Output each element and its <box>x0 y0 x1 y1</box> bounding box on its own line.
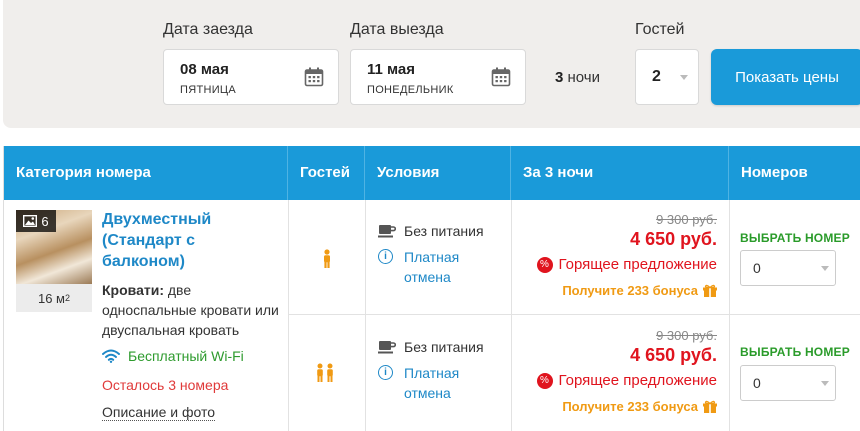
hot-deal-label: Горящее предложение <box>558 372 718 389</box>
header-guests: Гостей <box>288 146 365 200</box>
bonus-label: Получите 233 бонуса <box>562 283 698 298</box>
cup-icon <box>378 225 396 238</box>
meal-label: Без питания <box>404 339 484 355</box>
chevron-down-icon <box>821 266 829 271</box>
gift-icon <box>703 284 717 297</box>
divider <box>288 314 860 315</box>
offer-2-conditions: Без питания i Платная отмена <box>378 339 503 419</box>
bonus-info[interactable]: Получите 233 бонуса <box>562 283 717 298</box>
old-price: 9 300 руб. <box>656 212 717 227</box>
rooms-count-select[interactable]: 0 <box>740 250 836 286</box>
rooms-remaining: Осталось 3 номера <box>102 377 229 393</box>
header-price: За 3 ночи <box>511 146 729 200</box>
header-rooms: Номеров <box>741 164 808 181</box>
guests-value: 2 <box>652 68 661 85</box>
guests-select[interactable]: 2 <box>635 49 699 105</box>
info-icon: i <box>378 365 393 380</box>
divider <box>288 200 289 431</box>
hot-deal: % Горящее предложение <box>536 256 718 273</box>
divider <box>511 200 512 431</box>
room-name-link[interactable]: Двухместный (Стандарт с балконом) <box>102 209 282 272</box>
current-price: 4 650 руб. <box>630 345 717 365</box>
area-value: 16 м <box>37 290 65 306</box>
percent-icon: % <box>536 256 553 273</box>
beds-label: Кровати: <box>102 282 164 298</box>
header-room-category: Категория номера <box>4 146 288 200</box>
hot-deal-label: Горящее предложение <box>558 256 718 273</box>
offer-2-price: 9 300 руб. 4 650 руб. % Горящее предложе… <box>517 328 717 423</box>
hot-deal: % Горящее предложение <box>536 372 718 389</box>
checkin-date-field[interactable]: 08 мая ПЯТНИЦА <box>163 49 339 105</box>
checkin-date: 08 мая <box>180 61 229 78</box>
checkout-weekday: ПОНЕДЕЛЬНИК <box>367 84 454 96</box>
nights-summary: 3 ночи <box>555 69 600 86</box>
meal-info: Без питания <box>378 223 484 239</box>
info-icon: i <box>378 249 393 264</box>
checkout-label: Дата выезда <box>350 21 444 38</box>
checkin-label: Дата заезда <box>163 21 253 38</box>
search-panel: Дата заезда 08 мая ПЯТНИЦА Дата выезда 1… <box>3 0 860 128</box>
meal-label: Без питания <box>404 223 484 239</box>
choose-room-label: ВЫБРАТЬ НОМЕР <box>740 345 850 359</box>
photo-count-badge: 6 <box>16 210 56 232</box>
choose-room-label: ВЫБРАТЬ НОМЕР <box>740 231 850 245</box>
meal-info: Без питания <box>378 339 484 355</box>
nights-count: 3 <box>555 69 564 86</box>
old-price: 9 300 руб. <box>656 328 717 343</box>
description-link[interactable]: Описание и фото <box>102 404 216 421</box>
photo-count: 6 <box>41 213 49 229</box>
wifi-icon <box>102 349 120 363</box>
guests-label: Гостей <box>635 21 685 38</box>
table-header: Категория номера Гостей Условия За 3 ноч… <box>4 146 860 200</box>
room-area: 16 м2 <box>16 284 92 312</box>
show-prices-button[interactable]: Показать цены <box>711 49 860 105</box>
cancellation-link[interactable]: Платная отмена <box>404 247 484 287</box>
current-price: 4 650 руб. <box>630 229 717 249</box>
chevron-down-icon <box>680 75 688 80</box>
rooms-table: Категория номера Гостей Условия За 3 ноч… <box>3 146 860 431</box>
offer-1-conditions: Без питания i Платная отмена <box>378 223 503 303</box>
bonus-info[interactable]: Получите 233 бонуса <box>562 399 717 414</box>
beds-info: Кровати: две односпальные кровати или дв… <box>102 280 287 340</box>
checkout-date-field[interactable]: 11 мая ПОНЕДЕЛЬНИК <box>350 49 526 105</box>
rooms-count-value: 0 <box>753 260 761 276</box>
cancellation-link[interactable]: Платная отмена <box>404 363 484 403</box>
calendar-icon <box>304 67 324 87</box>
percent-icon: % <box>536 372 553 389</box>
two-persons-icon <box>317 363 333 382</box>
gift-icon <box>703 400 717 413</box>
nights-word: ночи <box>567 69 601 86</box>
bonus-label: Получите 233 бонуса <box>562 399 698 414</box>
room-photo[interactable]: 6 <box>16 210 92 284</box>
wifi-label: Бесплатный Wi-Fi <box>128 348 244 364</box>
area-unit: 2 <box>65 293 71 303</box>
offer-1-price: 9 300 руб. 4 650 руб. % Горящее предложе… <box>517 212 717 307</box>
person-icon <box>324 249 330 268</box>
divider <box>365 200 366 431</box>
chevron-down-icon <box>821 381 829 386</box>
rooms-count-select[interactable]: 0 <box>740 365 836 401</box>
wifi-feature: Бесплатный Wi-Fi <box>102 348 244 364</box>
image-icon <box>23 215 38 227</box>
calendar-icon <box>491 67 511 87</box>
checkout-date: 11 мая <box>367 61 416 78</box>
rooms-count-value: 0 <box>753 375 761 391</box>
divider <box>729 200 730 431</box>
cup-icon <box>378 341 396 354</box>
header-conditions: Условия <box>365 146 511 200</box>
checkin-weekday: ПЯТНИЦА <box>180 84 236 96</box>
